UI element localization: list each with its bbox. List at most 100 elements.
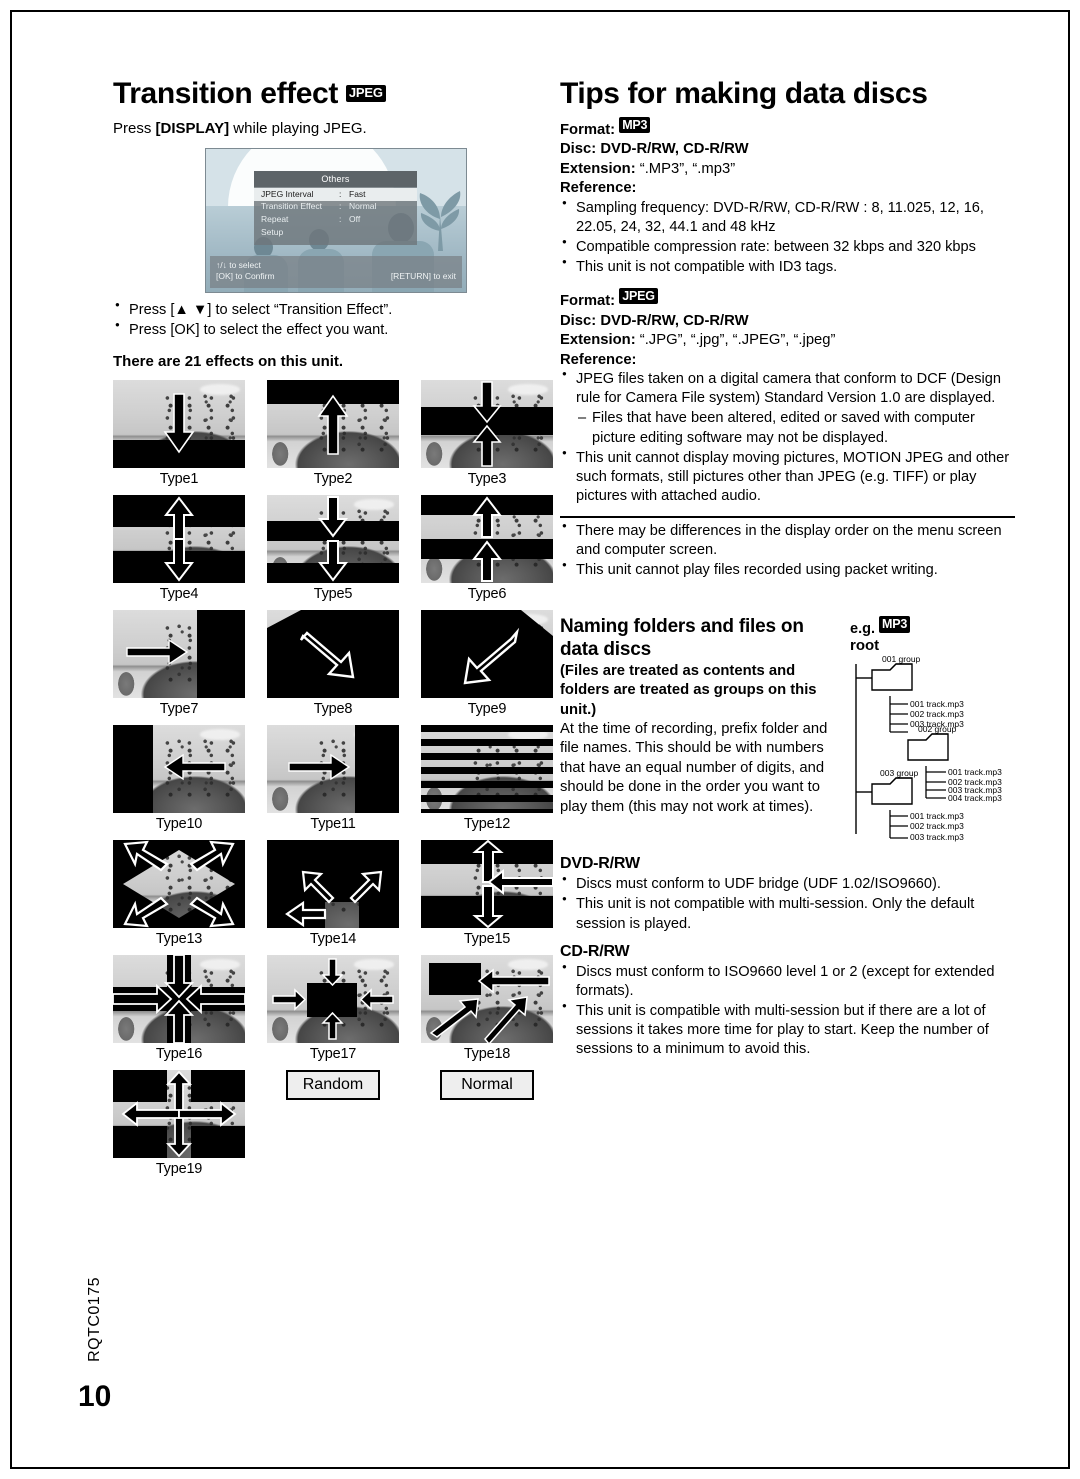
transition-types-grid: Type1 Type2 Type3 Type4 Type5 Type6 Type… — [113, 379, 553, 1177]
osd-menu-item-setup[interactable]: Setup — [254, 226, 417, 239]
transition-type-label: Type3 — [467, 470, 507, 487]
transition-type-label: Type10 — [155, 815, 203, 832]
transition-type-cell[interactable]: Type6 — [421, 494, 553, 602]
lead-instruction: Press [DISPLAY] while playing JPEG. — [113, 119, 553, 139]
page-title-tips: Tips for making data discs — [560, 77, 928, 110]
transition-type-cell[interactable]: Type2 — [267, 379, 399, 487]
transition-type-label: Type15 — [463, 930, 511, 947]
extension-value: “.MP3”, “.mp3” — [639, 160, 736, 177]
disc-row: Disc: DVD-R/RW, CD-R/RW — [560, 312, 1015, 332]
disc-value: DVD-R/RW, CD-R/RW — [600, 141, 749, 158]
transition-type-cell[interactable]: Type12 — [421, 724, 553, 832]
transition-type-cell[interactable]: Type7 — [113, 609, 245, 717]
jpeg-badge-icon: JPEG — [345, 85, 386, 102]
transition-type-cell[interactable]: Type10 — [113, 724, 245, 832]
display-key-label: [DISPLAY] — [155, 119, 230, 137]
transition-types-row: Type7 Type8 Type9 — [113, 609, 553, 717]
transition-type-thumbnail-10 — [113, 724, 245, 813]
list-item: This unit is compatible with multi-sessi… — [560, 1001, 1015, 1059]
extension-label: Extension: — [560, 160, 636, 177]
transition-type-cell[interactable]: Type17 — [267, 954, 399, 1062]
mp3-reference-list: Sampling frequency: DVD-R/RW, CD-R/RW : … — [560, 198, 1015, 277]
transition-type-thumbnail-2 — [267, 379, 399, 468]
format-block-jpeg: Format: JPEG Disc: DVD-R/RW, CD-R/RW Ext… — [560, 288, 1015, 506]
transition-type-thumbnail-15 — [421, 839, 553, 928]
folder-label-002-group: 002 group — [918, 724, 957, 734]
transition-type-cell[interactable]: Type15 — [421, 839, 553, 947]
naming-body: At the time of recording, prefix folder … — [560, 720, 828, 815]
transition-type-cell[interactable]: Type5 — [267, 494, 399, 602]
transition-type-thumbnail-14 — [267, 839, 399, 928]
transition-type-thumbnail-17 — [267, 954, 399, 1043]
transition-type-cell[interactable]: Type3 — [421, 379, 553, 487]
page-title-text: Transition effect — [113, 77, 338, 110]
transition-type-cell[interactable]: Type8 — [267, 609, 399, 717]
transition-type-cell[interactable]: Type4 — [113, 494, 245, 602]
format-label-row: Format: MP3 — [560, 116, 1015, 141]
eg-row: e.g. MP3 — [850, 616, 1015, 637]
page-border-top — [10, 10, 1070, 12]
transition-types-row: Type13 Type14 Type15 — [113, 839, 553, 947]
normal-button[interactable]: Normal — [440, 1069, 534, 1100]
transition-type-cell[interactable]: Type13 — [113, 839, 245, 947]
osd-hint-return: [RETURN] to exit — [390, 271, 456, 282]
transition-instruction-list: Press [▲ ▼] to select “Transition Effect… — [113, 300, 553, 340]
transition-type-cell[interactable]: Type11 — [267, 724, 399, 832]
transition-type-label: Type1 — [159, 470, 199, 487]
transition-type-thumbnail-8 — [267, 609, 399, 698]
general-notes-list: There may be differences in the display … — [560, 521, 1015, 580]
file-label: 001 track.mp3 — [948, 767, 1002, 777]
extension-row: Extension: “.MP3”, “.mp3” — [560, 160, 1015, 180]
transition-type-thumbnail-7 — [113, 609, 245, 698]
osd-screenshot: Others JPEG Interval : Fast Transition E… — [205, 147, 467, 293]
format-label: Format: — [560, 121, 616, 138]
transition-type-cell[interactable]: Type1 — [113, 379, 245, 487]
arrows-converge-box-icon — [272, 958, 394, 1040]
arrows-up-double-icon — [471, 496, 503, 582]
osd-item-value: Off — [349, 214, 361, 225]
folder-icon-001-group — [871, 663, 913, 691]
arrows-toward-corner-icon — [429, 968, 550, 1043]
osd-menu-title: Others — [254, 170, 417, 188]
folder-label-001-group: 001 group — [882, 656, 921, 664]
transition-types-row-last: Type19 Random Normal — [113, 1069, 553, 1177]
file-label: 004 track.mp3 — [948, 793, 1002, 803]
page-border-bottom — [10, 1467, 1070, 1469]
effects-count-note: There are 21 effects on this unit. — [113, 352, 344, 370]
transition-type-label: Type4 — [159, 585, 199, 602]
transition-type-thumbnail-4 — [113, 494, 245, 583]
transition-type-cell[interactable]: Type14 — [267, 839, 399, 947]
extension-label: Extension: — [560, 332, 636, 349]
random-button[interactable]: Random — [286, 1069, 380, 1100]
naming-parenthetical: (Files are treated as contents and folde… — [560, 663, 817, 718]
osd-menu-panel: Others JPEG Interval : Fast Transition E… — [254, 170, 417, 246]
list-item: Compatible compression rate: between 32 … — [560, 237, 1015, 257]
transition-type-cell[interactable]: Type18 — [421, 954, 553, 1062]
transition-type-label: Type17 — [309, 1045, 357, 1062]
transition-type-cell[interactable]: Type16 — [113, 954, 245, 1062]
list-item: Discs must conform to UDF bridge (UDF 1.… — [560, 874, 1015, 894]
arrows-down-double-icon — [317, 495, 349, 582]
osd-menu-item-jpeg-interval[interactable]: JPEG Interval : Fast — [254, 188, 417, 201]
naming-section: Naming folders and files on data discs (… — [560, 616, 1015, 846]
mp3-badge-icon: MP3 — [879, 616, 911, 633]
right-column: Tips for making data discs Format: MP3 D… — [560, 78, 1015, 1060]
osd-menu-item-repeat[interactable]: Repeat : Off — [254, 214, 417, 227]
transition-type-thumbnail-3 — [421, 379, 553, 468]
arrows-diverge-cross-icon — [121, 1070, 237, 1158]
mp3-badge-icon: MP3 — [619, 116, 651, 133]
transition-type-cell[interactable]: Type19 — [113, 1069, 245, 1177]
file-label: 001 track.mp3 — [910, 699, 964, 709]
arrows-diverge-four-corners-icon — [123, 840, 235, 928]
osd-menu-item-transition-effect[interactable]: Transition Effect : Normal — [254, 201, 417, 214]
transition-type-thumbnail-13 — [113, 839, 245, 928]
list-item: Sampling frequency: DVD-R/RW, CD-R/RW : … — [560, 198, 1015, 237]
transition-type-cell[interactable]: Type9 — [421, 609, 553, 717]
arrows-converge-vertical-icon — [472, 381, 502, 467]
list-item: This unit is not compatible with ID3 tag… — [560, 257, 1015, 277]
format-label-row: Format: JPEG — [560, 288, 1015, 312]
format-label: Format: — [560, 293, 616, 310]
arrow-up-left-diagonal-icon — [463, 627, 520, 685]
transition-type-thumbnail-1 — [113, 379, 245, 468]
list-item: JPEG files taken on a digital camera tha… — [560, 369, 1015, 408]
